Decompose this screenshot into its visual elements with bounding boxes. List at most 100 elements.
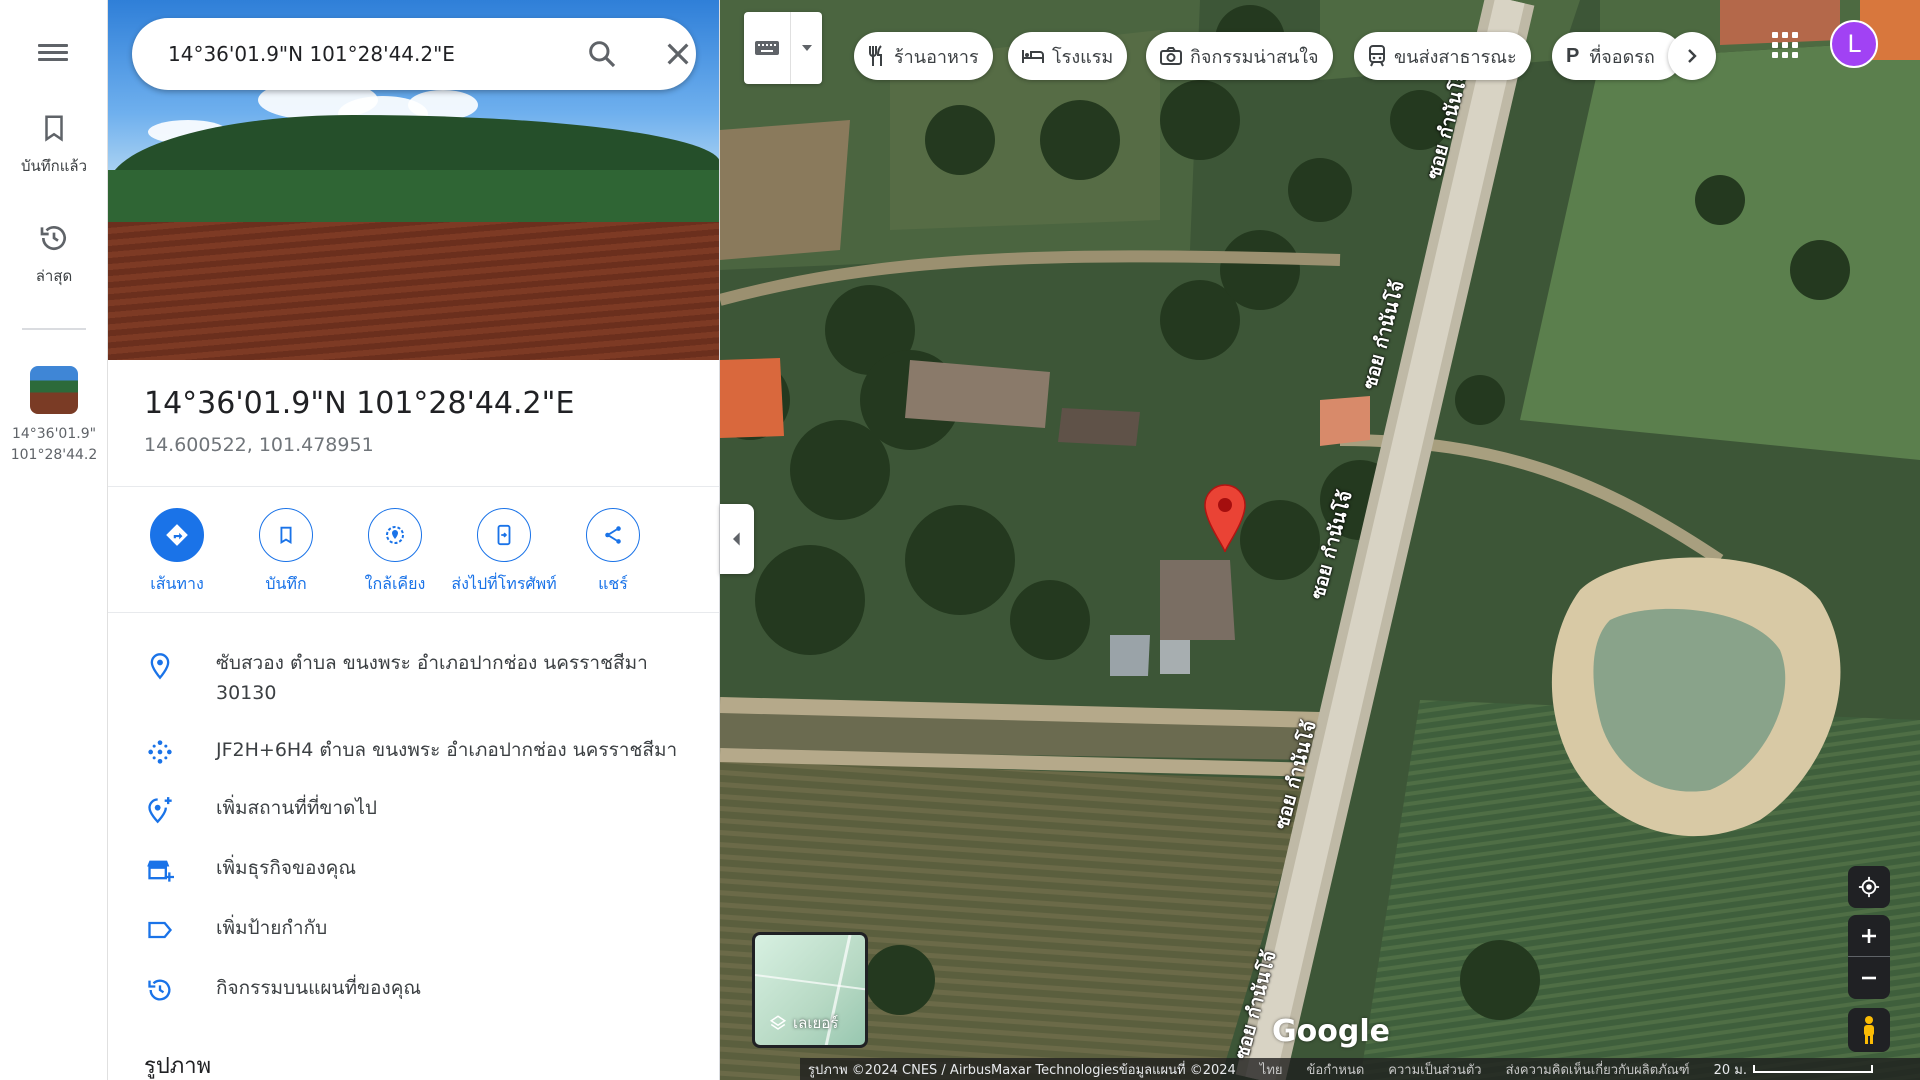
minus-icon bbox=[1862, 976, 1876, 980]
saved-nav-item[interactable]: บันทึกแล้ว bbox=[0, 112, 108, 178]
input-tools-dropdown[interactable] bbox=[790, 12, 822, 84]
save-button[interactable]: บันทึก bbox=[231, 508, 341, 597]
layers-button[interactable]: เลเยอร์ bbox=[752, 932, 868, 1048]
left-rail: บันทึกแล้ว ล่าสุด 14°36'01.9" 101°28'44.… bbox=[0, 0, 108, 1080]
chip-things-to-do[interactable]: กิจกรรมน่าสนใจ bbox=[1146, 32, 1333, 80]
feedback-link[interactable]: ส่งความคิดเห็นเกี่ยวกับผลิตภัณฑ์ bbox=[1506, 1059, 1690, 1080]
apps-grid-icon[interactable] bbox=[1772, 32, 1798, 58]
address-row[interactable]: ซับสวอง ตำบล ขนงพระ อำเภอปากช่อง นครราชส… bbox=[108, 652, 719, 712]
terms-link[interactable]: ข้อกำหนด bbox=[1307, 1059, 1365, 1080]
pegman-icon bbox=[1864, 1016, 1874, 1044]
add-business-icon bbox=[147, 860, 174, 882]
chip-transit[interactable]: ขนส่งสาธารณะ bbox=[1354, 32, 1531, 80]
keyboard-button[interactable] bbox=[744, 12, 790, 84]
recent-place-line1: 14°36'01.9" bbox=[11, 426, 97, 442]
street-view-pegman[interactable] bbox=[1848, 1008, 1890, 1052]
chip-label: ร้านอาหาร bbox=[894, 46, 979, 68]
scale-bar bbox=[1752, 1065, 1873, 1073]
zoom-in-button[interactable] bbox=[1848, 915, 1890, 957]
parking-icon: P bbox=[1566, 44, 1580, 67]
share-button[interactable]: แชร์ bbox=[558, 508, 668, 597]
address-line2: 30130 bbox=[216, 682, 277, 704]
layers-icon bbox=[769, 1015, 787, 1030]
layers-label: เลเยอร์ bbox=[793, 1014, 839, 1032]
scale-indicator[interactable]: 20 ม. bbox=[1714, 1059, 1897, 1080]
restaurant-icon bbox=[869, 45, 882, 66]
add-business-text: เพิ่มธุรกิจของคุณ bbox=[216, 857, 356, 879]
satellite-map[interactable]: ซอย กำนันโจ้ ซอย กำนันโจ้ ซอย กำนันโจ้ ซ… bbox=[720, 0, 1920, 1080]
chip-label: ที่จอดรถ bbox=[1589, 46, 1655, 68]
hotel-icon bbox=[1022, 50, 1044, 63]
photos-heading: รูปภาพ bbox=[144, 1054, 212, 1079]
divider bbox=[108, 486, 719, 487]
my-location-button[interactable] bbox=[1848, 866, 1890, 908]
privacy-link[interactable]: ความเป็นส่วนตัว bbox=[1388, 1059, 1481, 1080]
chip-parking[interactable]: P ที่จอดรถ bbox=[1552, 32, 1682, 80]
recent-place-label[interactable]: 14°36'01.9" 101°28'44.2 bbox=[6, 424, 102, 466]
nearby-label: ใกล้เคียง bbox=[364, 574, 426, 593]
plus-code-icon bbox=[148, 740, 172, 764]
send-to-phone-icon bbox=[497, 524, 511, 546]
chip-label: กิจกรรมน่าสนใจ bbox=[1190, 46, 1319, 68]
search-icon[interactable] bbox=[586, 38, 618, 70]
recent-place-thumbnail[interactable] bbox=[30, 366, 78, 414]
divider bbox=[108, 612, 719, 613]
share-icon bbox=[605, 526, 621, 544]
chip-label: ขนส่งสาธารณะ bbox=[1394, 46, 1517, 68]
add-missing-place-row[interactable]: เพิ่มสถานที่ที่ขาดไป bbox=[108, 796, 719, 826]
directions-button[interactable]: เส้นทาง bbox=[122, 508, 232, 597]
keyboard-icon bbox=[755, 41, 779, 55]
map-footer: รูปภาพ ©2024 CNES / AirbusMaxar Technolo… bbox=[800, 1058, 1920, 1080]
chevron-right-icon bbox=[1688, 49, 1697, 63]
address-line1: ซับสวอง ตำบล ขนงพระ อำเภอปากช่อง นครราชส… bbox=[216, 652, 648, 674]
add-label-text: เพิ่มป้ายกำกับ bbox=[216, 917, 328, 939]
chevron-left-icon bbox=[733, 532, 740, 546]
add-business-row[interactable]: เพิ่มธุรกิจของคุณ bbox=[108, 856, 719, 886]
imagery-attribution: รูปภาพ ©2024 CNES / AirbusMaxar Technolo… bbox=[808, 1062, 1236, 1078]
saved-nav-label: บันทึกแล้ว bbox=[20, 157, 88, 175]
close-icon[interactable] bbox=[662, 38, 694, 70]
recent-place-line2: 101°28'44.2 bbox=[10, 447, 98, 463]
map-activity-text: กิจกรรมบนแผนที่ของคุณ bbox=[216, 977, 422, 999]
rail-divider bbox=[22, 328, 86, 330]
place-title: 14°36'01.9"N 101°28'44.2"E bbox=[144, 386, 575, 421]
zoom-controls bbox=[1848, 915, 1890, 999]
recent-nav-item[interactable]: ล่าสุด bbox=[0, 222, 108, 288]
user-avatar[interactable]: L bbox=[1830, 20, 1878, 68]
transit-icon bbox=[1369, 45, 1385, 67]
collapse-panel-button[interactable] bbox=[720, 504, 754, 574]
nearby-button[interactable]: ใกล้เคียง bbox=[340, 508, 450, 597]
directions-label: เส้นทาง bbox=[150, 574, 204, 593]
history-icon bbox=[148, 979, 171, 1001]
google-logo: Google bbox=[1272, 1014, 1390, 1049]
search-box bbox=[132, 18, 696, 90]
add-label-row[interactable]: เพิ่มป้ายกำกับ bbox=[108, 916, 719, 946]
place-panel: 14°36'01.9"N 101°28'44.2"E 14.600522, 10… bbox=[108, 0, 720, 1080]
chips-next-button[interactable] bbox=[1668, 32, 1716, 80]
label-icon bbox=[148, 921, 173, 939]
directions-icon bbox=[166, 524, 188, 546]
search-input[interactable] bbox=[168, 34, 538, 74]
nearby-icon bbox=[386, 526, 404, 544]
chip-label: โรงแรม bbox=[1052, 46, 1114, 68]
bookmark-icon bbox=[45, 115, 63, 142]
plus-icon bbox=[1862, 928, 1876, 943]
chip-hotels[interactable]: โรงแรม bbox=[1008, 32, 1128, 80]
add-missing-place-text: เพิ่มสถานที่ที่ขาดไป bbox=[216, 797, 377, 819]
action-buttons: เส้นทาง บันทึก ใกล้เคียง ส่งไปที่โทรศัพท… bbox=[108, 508, 719, 604]
send-to-phone-label: ส่งไปที่โทรศัพท์ bbox=[451, 574, 557, 593]
share-label: แชร์ bbox=[598, 574, 628, 593]
language-link[interactable]: ไทย bbox=[1260, 1059, 1283, 1080]
plus-code-text: JF2H+6H4 ตำบล ขนงพระ อำเภอปากช่อง นครราช… bbox=[216, 739, 678, 761]
camera-icon bbox=[1160, 47, 1182, 65]
chip-restaurants[interactable]: ร้านอาหาร bbox=[854, 32, 993, 80]
map-activity-row[interactable]: กิจกรรมบนแผนที่ของคุณ bbox=[108, 976, 719, 1006]
send-to-phone-button[interactable]: ส่งไปที่โทรศัพท์ bbox=[449, 508, 559, 597]
bookmark-icon bbox=[280, 526, 292, 544]
caret-down-icon bbox=[801, 45, 812, 51]
recent-nav-label: ล่าสุด bbox=[35, 267, 73, 285]
location-pin-icon bbox=[150, 653, 170, 680]
zoom-out-button[interactable] bbox=[1848, 957, 1890, 999]
plus-code-row[interactable]: JF2H+6H4 ตำบล ขนงพระ อำเภอปากช่อง นครราช… bbox=[108, 738, 719, 768]
menu-icon[interactable] bbox=[38, 40, 68, 70]
